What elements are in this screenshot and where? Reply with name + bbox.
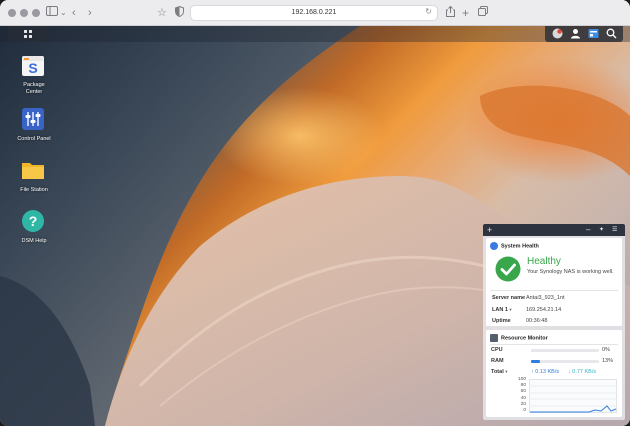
svg-text:?: ? bbox=[29, 213, 38, 229]
app-label: Package Center bbox=[23, 82, 45, 95]
app-label: Control Panel bbox=[17, 136, 51, 142]
forward-icon[interactable]: › bbox=[88, 6, 92, 20]
chevron-down-icon: ▾ bbox=[509, 307, 512, 312]
download-arrow-icon: ↓ bbox=[568, 369, 571, 375]
resource-monitor-widget: Resource Monitor CPU 0% RAM 13% Total ▾ … bbox=[486, 330, 622, 417]
share-icon[interactable] bbox=[446, 5, 455, 20]
control-panel-icon bbox=[20, 106, 46, 132]
divider bbox=[490, 290, 618, 291]
add-widget-button[interactable]: + bbox=[487, 224, 492, 236]
network-chart bbox=[529, 379, 617, 413]
widgets-icon[interactable] bbox=[587, 28, 599, 40]
close-window-button[interactable] bbox=[8, 9, 16, 17]
widget-header: System Health bbox=[490, 242, 539, 250]
zoom-window-button[interactable] bbox=[32, 9, 40, 17]
back-icon[interactable]: ‹ bbox=[72, 6, 76, 20]
search-icon[interactable] bbox=[605, 28, 617, 40]
download-rate: ↓ 0.77 KB/s bbox=[568, 369, 596, 375]
info-icon bbox=[490, 242, 498, 250]
download-rate-text: 0.77 KB/s bbox=[572, 369, 597, 375]
widget-header: Resource Monitor bbox=[490, 334, 548, 342]
tabs-overview-icon[interactable] bbox=[478, 6, 488, 20]
total-label: Total bbox=[491, 369, 504, 375]
health-status: Healthy bbox=[527, 256, 561, 267]
monitor-icon bbox=[490, 334, 498, 342]
ram-usage-fill bbox=[531, 360, 540, 363]
chart-tick: 60 bbox=[520, 389, 526, 394]
upload-rate-text: 0.13 KB/s bbox=[535, 369, 560, 375]
chart-tick: 80 bbox=[520, 383, 526, 388]
lan-label: LAN 1 bbox=[492, 307, 508, 313]
dsm-desktop: S Package Center Control Panel File Stat… bbox=[0, 26, 630, 426]
check-circle-icon bbox=[495, 256, 521, 282]
main-menu-button[interactable] bbox=[8, 26, 48, 41]
browser-window: ⌄ ‹ › ☆ 192.168.0.221 ↻ + S Package Cent… bbox=[0, 0, 630, 426]
widgets-panel: + – ✦ ☰ System Health Healthy Your Synol… bbox=[483, 224, 625, 420]
system-health-widget: System Health Healthy Your Synology NAS … bbox=[486, 238, 622, 326]
widgets-toolbar: + – ✦ ☰ bbox=[483, 224, 625, 236]
lan-selector[interactable]: LAN 1 ▾ bbox=[492, 307, 512, 313]
help-icon: ? bbox=[20, 208, 46, 234]
dsm-taskbar bbox=[0, 26, 630, 42]
widget-title: System Health bbox=[501, 243, 539, 250]
chart-tick: 20 bbox=[520, 402, 526, 407]
url-text: 192.168.0.221 bbox=[291, 9, 337, 16]
address-bar[interactable]: 192.168.0.221 ↻ bbox=[190, 5, 438, 21]
uptime-value: 00:36:48 bbox=[526, 318, 548, 324]
uptime-label: Uptime bbox=[492, 318, 511, 324]
chevron-down-icon[interactable]: ⌄ bbox=[60, 6, 67, 20]
chevron-down-icon: ▾ bbox=[505, 369, 508, 374]
new-tab-icon[interactable]: + bbox=[462, 6, 469, 20]
cpu-usage-bar bbox=[531, 349, 599, 352]
ram-percent: 13% bbox=[602, 358, 614, 364]
chat-icon[interactable] bbox=[551, 28, 563, 40]
pin-icon[interactable]: ✦ bbox=[599, 224, 604, 236]
ram-label: RAM bbox=[491, 358, 504, 364]
cpu-label: CPU bbox=[491, 347, 503, 353]
svg-text:S: S bbox=[28, 60, 37, 76]
grid-icon bbox=[24, 30, 32, 38]
lan-ip-value: 169.254.21.14 bbox=[526, 307, 562, 313]
folder-icon bbox=[20, 157, 46, 183]
user-icon[interactable] bbox=[569, 28, 581, 40]
widget-title: Resource Monitor bbox=[501, 335, 548, 342]
upload-rate: ↑ 0.13 KB/s bbox=[531, 369, 559, 375]
browser-toolbar: ⌄ ‹ › ☆ 192.168.0.221 ↻ + bbox=[0, 0, 630, 26]
widget-settings-icon[interactable]: ☰ bbox=[612, 224, 617, 236]
shield-icon[interactable] bbox=[175, 5, 184, 20]
minimize-window-button[interactable] bbox=[20, 9, 28, 17]
minimize-widgets-button[interactable]: – bbox=[586, 224, 590, 236]
upload-arrow-icon: ↑ bbox=[531, 369, 534, 375]
ram-usage-bar bbox=[531, 360, 599, 363]
server-name-label: Server name bbox=[492, 295, 526, 301]
chart-tick: 40 bbox=[520, 396, 526, 401]
health-description: Your Synology NAS is working well. bbox=[527, 269, 614, 275]
app-label: File Station bbox=[20, 187, 48, 193]
bookmark-star-icon[interactable]: ☆ bbox=[157, 6, 167, 20]
divider bbox=[490, 344, 618, 345]
app-label: DSM Help bbox=[21, 238, 47, 244]
total-selector[interactable]: Total ▾ bbox=[491, 369, 508, 375]
sidebar-icon[interactable] bbox=[46, 6, 58, 20]
system-tray bbox=[545, 26, 623, 42]
server-name-value: Antai3_923_1nt bbox=[526, 295, 565, 301]
package-center-icon: S bbox=[20, 52, 46, 78]
chart-tick: 0 bbox=[523, 408, 526, 413]
cpu-percent: 0% bbox=[602, 347, 610, 353]
chart-tick: 100 bbox=[517, 377, 526, 382]
reload-icon[interactable]: ↻ bbox=[425, 7, 432, 16]
